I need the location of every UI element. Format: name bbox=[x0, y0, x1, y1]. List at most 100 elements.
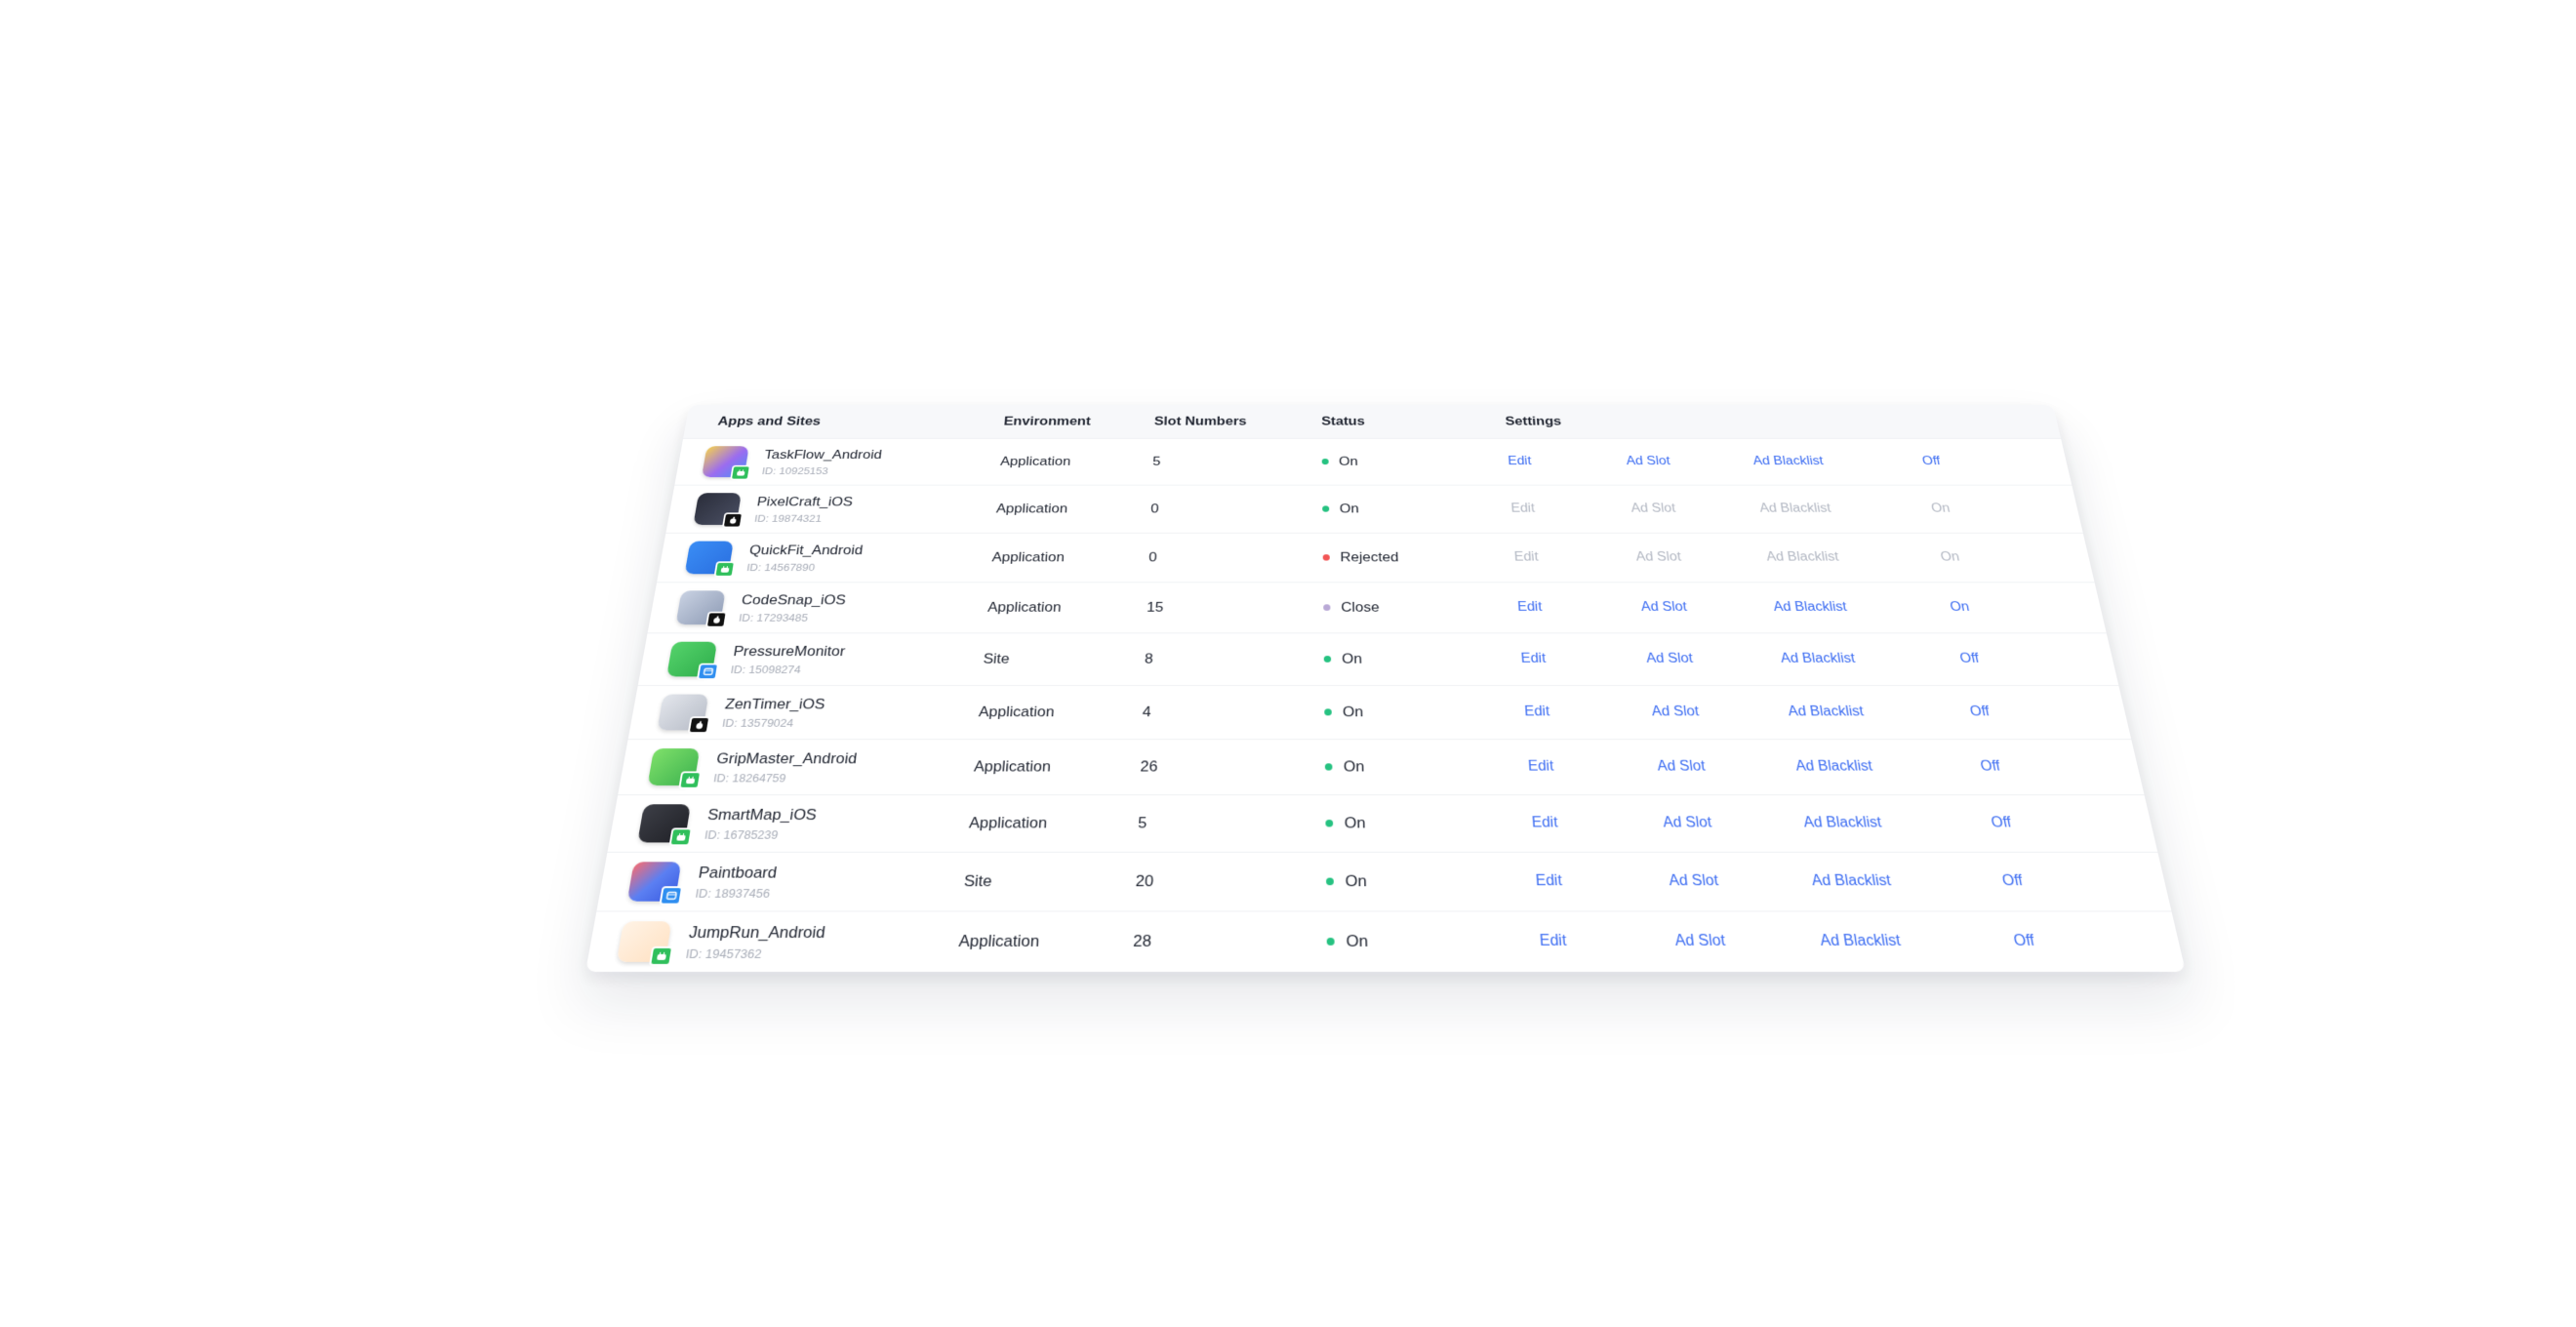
settings-cell: Edit Ad Slot Ad Blacklist On bbox=[1510, 503, 2078, 516]
environment-cell: Application bbox=[999, 454, 1071, 468]
edit-link[interactable]: Edit bbox=[1517, 600, 1642, 615]
ad-slot-link[interactable]: Ad Slot bbox=[1626, 455, 1754, 468]
status-cell: On bbox=[1325, 814, 1532, 832]
android-icon bbox=[649, 945, 674, 966]
status-dot bbox=[1324, 763, 1333, 771]
toggle-link[interactable]: Off bbox=[1969, 704, 2045, 720]
toggle-link[interactable]: Off bbox=[1990, 815, 2068, 831]
ad-slot-link[interactable]: Ad Slot bbox=[1674, 933, 1822, 950]
ad-slot-link[interactable]: Ad Slot bbox=[1646, 652, 1783, 666]
table-row: ZenTimer_iOS ID: 13579024 Application 4 … bbox=[627, 685, 2132, 741]
environment-cell: Application bbox=[978, 704, 1056, 720]
app-id: ID: 15098274 bbox=[729, 663, 802, 676]
edit-link[interactable]: Edit bbox=[1524, 704, 1653, 720]
app-cell: QuickFit_Android ID: 14567890 bbox=[659, 541, 994, 578]
ad-blacklist-link[interactable]: Ad Blacklist bbox=[1773, 600, 1952, 615]
ad-slot-link[interactable]: Ad Slot bbox=[1657, 759, 1797, 775]
toggle-link[interactable]: On bbox=[1940, 550, 2012, 564]
ad-blacklist-link[interactable]: Ad Blacklist bbox=[1811, 873, 2004, 890]
gripmaster-icon bbox=[647, 748, 703, 789]
toggle-link[interactable]: On bbox=[1930, 503, 2001, 516]
apple-icon bbox=[687, 716, 711, 734]
status-dot bbox=[1325, 820, 1334, 827]
app-cell: GripMaster_Android ID: 18264759 bbox=[620, 748, 976, 789]
ad-slot-link[interactable]: Ad Slot bbox=[1663, 815, 1805, 831]
table-row: TaskFlow_Android ID: 10925153 Applicatio… bbox=[674, 438, 2073, 486]
app-cell: SmartMap_iOS ID: 16785239 bbox=[609, 804, 971, 847]
app-name: TaskFlow_Android bbox=[763, 447, 883, 462]
edit-link[interactable]: Edit bbox=[1513, 550, 1636, 564]
status-dot bbox=[1326, 877, 1334, 886]
android-icon bbox=[668, 827, 693, 847]
header-apps-and-sites: Apps and Sites bbox=[716, 414, 823, 428]
app-info: CodeSnap_iOS ID: 17293485 bbox=[738, 592, 847, 623]
toggle-link[interactable]: Off bbox=[1979, 759, 2056, 775]
app-info: Paintboard ID: 18937456 bbox=[695, 864, 779, 901]
toggle-link[interactable]: Off bbox=[2001, 873, 2081, 890]
toggle-link[interactable]: Off bbox=[2012, 933, 2093, 950]
zentimer-icon bbox=[657, 694, 711, 734]
edit-link[interactable]: Edit bbox=[1520, 652, 1647, 666]
edit-link[interactable]: Edit bbox=[1508, 455, 1628, 468]
app-info: SmartMap_iOS ID: 16785239 bbox=[704, 806, 818, 841]
status-text: On bbox=[1343, 757, 1365, 776]
environment-cell: Application bbox=[991, 549, 1066, 565]
edit-link[interactable]: Edit bbox=[1539, 933, 1675, 950]
smartmap-icon bbox=[637, 804, 693, 847]
app-id: ID: 18937456 bbox=[694, 885, 772, 901]
toggle-link[interactable]: Off bbox=[1921, 455, 1992, 468]
app-info: QuickFit_Android ID: 14567890 bbox=[745, 543, 864, 573]
ad-blacklist-link[interactable]: Ad Blacklist bbox=[1819, 933, 2015, 950]
app-cell: PixelCraft_iOS ID: 19874321 bbox=[667, 493, 998, 529]
app-id: ID: 17293485 bbox=[738, 611, 810, 623]
app-id: ID: 10925153 bbox=[761, 464, 829, 476]
table-row: CodeSnap_iOS ID: 17293485 Application 15… bbox=[647, 583, 2107, 634]
ad-blacklist-link[interactable]: Ad Blacklist bbox=[1788, 704, 1972, 720]
status-dot bbox=[1324, 708, 1332, 716]
toggle-link[interactable]: On bbox=[1949, 600, 2022, 615]
settings-cell: Edit Ad Slot Ad Blacklist Off bbox=[1524, 704, 2127, 720]
web-icon bbox=[696, 663, 719, 680]
app-name: GripMaster_Android bbox=[715, 749, 859, 767]
table-row: JumpRun_Android ID: 19457362 Application… bbox=[585, 911, 2186, 972]
app-cell: TaskFlow_Android ID: 10925153 bbox=[676, 446, 1002, 481]
ad-blacklist-link[interactable]: Ad Blacklist bbox=[1759, 503, 1933, 516]
ad-blacklist-link[interactable]: Ad Blacklist bbox=[1752, 455, 1924, 468]
app-id: ID: 14567890 bbox=[745, 560, 817, 574]
toggle-link[interactable]: Off bbox=[1958, 652, 2033, 666]
status-text: On bbox=[1345, 871, 1367, 891]
status-dot bbox=[1322, 505, 1330, 512]
edit-link[interactable]: Edit bbox=[1531, 815, 1664, 831]
ad-slot-link[interactable]: Ad Slot bbox=[1669, 873, 1814, 890]
environment-cell: Site bbox=[963, 871, 993, 891]
app-id: ID: 18264759 bbox=[712, 771, 787, 784]
app-id: ID: 16785239 bbox=[704, 826, 780, 842]
settings-cell: Edit Ad Slot Ad Blacklist Off bbox=[1535, 873, 2166, 890]
scene: Apps and Sites Environment Slot Numbers … bbox=[0, 0, 2576, 1327]
table-row: QuickFit_Android ID: 14567890 Applicatio… bbox=[657, 533, 2095, 583]
edit-link[interactable]: Edit bbox=[1510, 503, 1631, 516]
status-cell: On bbox=[1326, 932, 1541, 951]
ad-blacklist-link[interactable]: Ad Blacklist bbox=[1794, 759, 1982, 775]
codesnap-icon bbox=[675, 590, 728, 628]
environment-cell: Application bbox=[973, 757, 1052, 776]
ad-blacklist-link[interactable]: Ad Blacklist bbox=[1803, 815, 1993, 831]
ad-slot-link[interactable]: Ad Slot bbox=[1630, 503, 1761, 516]
slot-numbers-cell: 0 bbox=[1147, 549, 1158, 565]
ad-blacklist-link[interactable]: Ad Blacklist bbox=[1766, 550, 1943, 564]
app-name: ZenTimer_iOS bbox=[724, 695, 826, 712]
app-name: QuickFit_Android bbox=[748, 542, 865, 557]
settings-cell: Edit Ad Slot Ad Blacklist Off bbox=[1539, 933, 2180, 950]
status-dot bbox=[1323, 656, 1332, 663]
edit-link[interactable]: Edit bbox=[1528, 759, 1659, 775]
edit-link[interactable]: Edit bbox=[1535, 873, 1670, 890]
ad-blacklist-link[interactable]: Ad Blacklist bbox=[1780, 652, 1961, 666]
settings-cell: Edit Ad Slot Ad Blacklist Off bbox=[1528, 759, 2140, 775]
ad-slot-link[interactable]: Ad Slot bbox=[1635, 550, 1768, 564]
status-text: On bbox=[1344, 814, 1366, 832]
status-dot bbox=[1326, 938, 1335, 945]
header-settings: Settings bbox=[1505, 414, 1562, 428]
ad-slot-link[interactable]: Ad Slot bbox=[1651, 704, 1790, 720]
ad-slot-link[interactable]: Ad Slot bbox=[1640, 600, 1775, 615]
header-slot-numbers: Slot Numbers bbox=[1153, 414, 1247, 428]
